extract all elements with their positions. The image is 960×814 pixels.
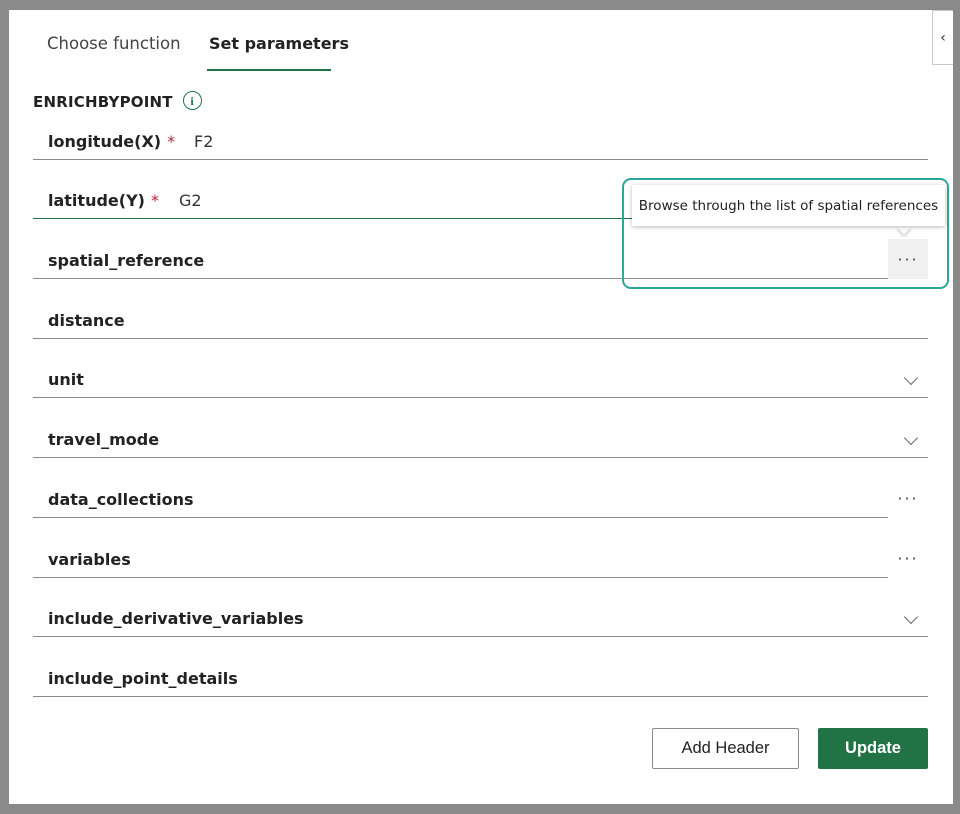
variables-browse-button[interactable]: ··· [888, 538, 928, 578]
tab-set-parameters[interactable]: Set parameters [209, 34, 349, 53]
travel-mode-label: travel_mode [48, 430, 160, 449]
add-header-button[interactable]: Add Header [652, 728, 799, 769]
latitude-value[interactable]: G2 [179, 191, 202, 210]
collapse-panel-button[interactable]: ‹ [932, 10, 953, 65]
spatial-reference-label: spatial_reference [48, 251, 205, 270]
info-icon[interactable]: i [182, 91, 202, 110]
chevron-down-icon[interactable] [903, 609, 919, 625]
required-marker: * [150, 191, 159, 210]
longitude-field[interactable]: longitude(X) * F2 [33, 120, 928, 160]
function-title: ENRICHBYPOINT i [33, 91, 202, 111]
include-derivative-variables-label: include_derivative_variables [48, 609, 304, 628]
latitude-field[interactable]: latitude(Y) * G2 [33, 179, 633, 219]
tab-bar: Choose function Set parameters [9, 10, 953, 72]
longitude-label: longitude(X) * [48, 132, 176, 151]
data-collections-label: data_collections [48, 490, 194, 509]
chevron-down-icon[interactable] [903, 370, 919, 386]
tab-choose-function[interactable]: Choose function [47, 34, 181, 53]
active-tab-indicator [207, 69, 331, 71]
distance-label: distance [48, 311, 125, 330]
variables-field[interactable]: variables [33, 538, 888, 578]
include-derivative-variables-dropdown[interactable]: include_derivative_variables [33, 597, 928, 637]
browse-tooltip: Browse through the list of spatial refer… [632, 185, 945, 226]
data-collections-browse-button[interactable]: ··· [888, 478, 928, 518]
variables-label: variables [48, 550, 131, 569]
chevron-down-icon[interactable] [903, 430, 919, 446]
distance-field[interactable]: distance [33, 299, 928, 339]
function-panel: Choose function Set parameters ENRICHBYP… [9, 10, 953, 804]
data-collections-field[interactable]: data_collections [33, 478, 888, 518]
unit-dropdown[interactable]: unit [33, 358, 928, 398]
include-point-details-field[interactable]: include_point_details [33, 657, 928, 697]
unit-label: unit [48, 370, 84, 389]
latitude-label: latitude(Y) * [48, 191, 159, 210]
longitude-value[interactable]: F2 [194, 132, 213, 151]
chevron-left-icon: ‹ [940, 29, 946, 46]
required-marker: * [167, 132, 176, 151]
include-point-details-label: include_point_details [48, 669, 238, 688]
function-name: ENRICHBYPOINT [33, 93, 173, 111]
update-button[interactable]: Update [818, 728, 928, 769]
travel-mode-dropdown[interactable]: travel_mode [33, 418, 928, 458]
